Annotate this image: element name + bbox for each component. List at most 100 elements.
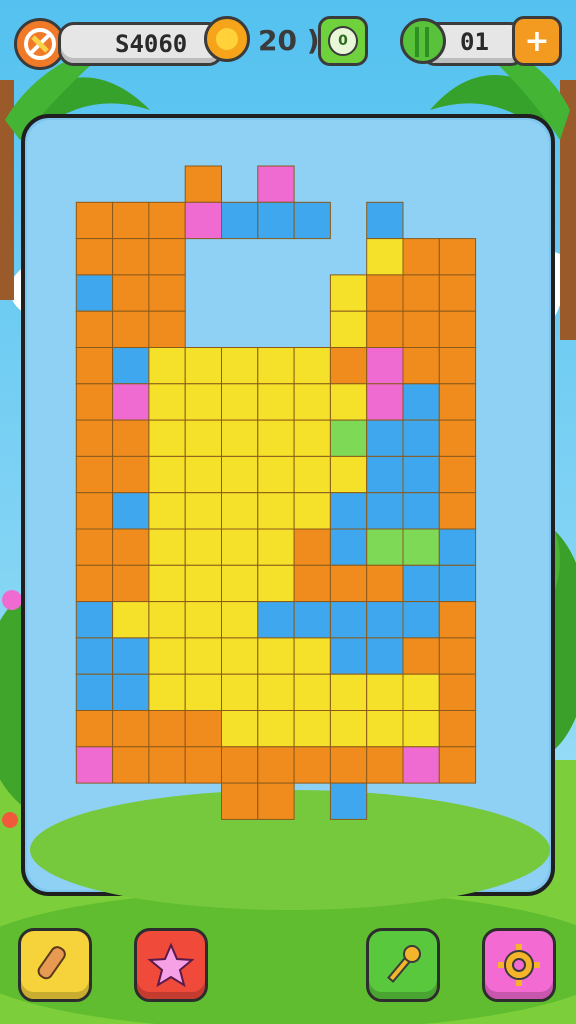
board-tile[interactable] [329,455,368,494]
board-tile[interactable] [112,746,150,784]
board-tile[interactable] [293,673,331,712]
board-tile[interactable] [438,347,477,385]
board-tile[interactable] [112,564,150,603]
board-tile[interactable] [112,383,150,421]
board-tile[interactable] [257,492,295,530]
board-tile[interactable] [366,637,404,675]
board-tile[interactable] [293,383,331,421]
board-tile[interactable] [329,310,368,349]
board-tile[interactable] [402,673,440,712]
coin-badge-button[interactable]: 0 [318,16,368,66]
rolling-pin-button[interactable] [18,928,92,1002]
board-tile[interactable] [402,528,440,566]
board-tile[interactable] [112,347,150,385]
board-tile[interactable] [293,492,331,530]
board-tile[interactable] [112,528,150,566]
board-tile[interactable] [402,419,440,457]
board-tile[interactable] [148,673,186,712]
board-tile[interactable] [148,383,186,421]
board-tile[interactable] [148,201,186,240]
board-tile[interactable] [112,637,150,675]
board-tile[interactable] [329,347,368,385]
board-tile[interactable] [402,492,440,530]
board-tile[interactable] [438,419,477,457]
board-tile[interactable] [366,347,404,385]
board-tile[interactable] [75,310,114,349]
board-tile[interactable] [221,528,259,566]
board-tile[interactable] [148,238,186,276]
board-tile[interactable] [329,601,368,639]
board-tile[interactable] [75,455,114,494]
board-tile[interactable] [184,165,222,203]
board-tile[interactable] [148,310,186,349]
board-tile[interactable] [148,710,186,748]
board-tile[interactable] [402,310,440,349]
board-tile[interactable] [257,419,295,457]
board-tile[interactable] [148,637,186,675]
board-tile[interactable] [329,637,368,675]
board-tile[interactable] [293,455,331,494]
board-tile[interactable] [366,310,404,349]
board-tile[interactable] [402,455,440,494]
board-tile[interactable] [402,564,440,603]
board-tile[interactable] [329,383,368,421]
board-tile[interactable] [402,238,440,276]
board-tile[interactable] [402,347,440,385]
board-tile[interactable] [184,347,222,385]
board-tile[interactable] [75,637,114,675]
board-tile[interactable] [221,673,259,712]
board-tile[interactable] [148,492,186,530]
board-tile[interactable] [329,564,368,603]
add-gems-button[interactable]: + [512,16,562,66]
board-tile[interactable] [221,564,259,603]
board-tile[interactable] [329,673,368,712]
board-tile[interactable] [112,492,150,530]
board-tile[interactable] [221,419,259,457]
board-tile[interactable] [438,601,477,639]
board-tile[interactable] [257,782,295,820]
board-tile[interactable] [75,746,114,784]
board-tile[interactable] [184,746,222,784]
star-monster-button[interactable] [134,928,208,1002]
board-tile[interactable] [221,710,259,748]
board-tile[interactable] [402,637,440,675]
board-tile[interactable] [257,673,295,712]
board-tile[interactable] [112,710,150,748]
board-tile[interactable] [75,601,114,639]
board-tile[interactable] [329,528,368,566]
board-tile[interactable] [402,383,440,421]
board-tile[interactable] [148,601,186,639]
board-tile[interactable] [75,673,114,712]
board-tile[interactable] [148,564,186,603]
board-tile[interactable] [75,201,114,240]
board-tile[interactable] [221,455,259,494]
board-tile[interactable] [438,492,477,530]
board-tile[interactable] [329,782,368,820]
board-tile[interactable] [75,492,114,530]
board-tile[interactable] [402,274,440,312]
board-tile[interactable] [184,637,222,675]
board-tile[interactable] [148,746,186,784]
hammer-button[interactable] [366,928,440,1002]
board-tile[interactable] [184,201,222,240]
board-tile[interactable] [438,528,477,566]
board-tile[interactable] [184,673,222,712]
board-tile[interactable] [257,710,295,748]
board-tile[interactable] [148,274,186,312]
board-tile[interactable] [184,419,222,457]
board-tile[interactable] [438,455,477,494]
board-tile[interactable] [221,782,259,820]
board-tile[interactable] [221,746,259,784]
board-tile[interactable] [221,201,259,240]
board-tile[interactable] [329,419,368,457]
board-tile[interactable] [257,347,295,385]
board-tile[interactable] [75,564,114,603]
board-tile[interactable] [257,564,295,603]
board-tile[interactable] [402,746,440,784]
board-tile[interactable] [221,601,259,639]
board-tile[interactable] [366,201,404,240]
board-tile[interactable] [438,383,477,421]
board-tile[interactable] [329,492,368,530]
board-tile[interactable] [366,455,404,494]
board-tile[interactable] [257,201,295,240]
